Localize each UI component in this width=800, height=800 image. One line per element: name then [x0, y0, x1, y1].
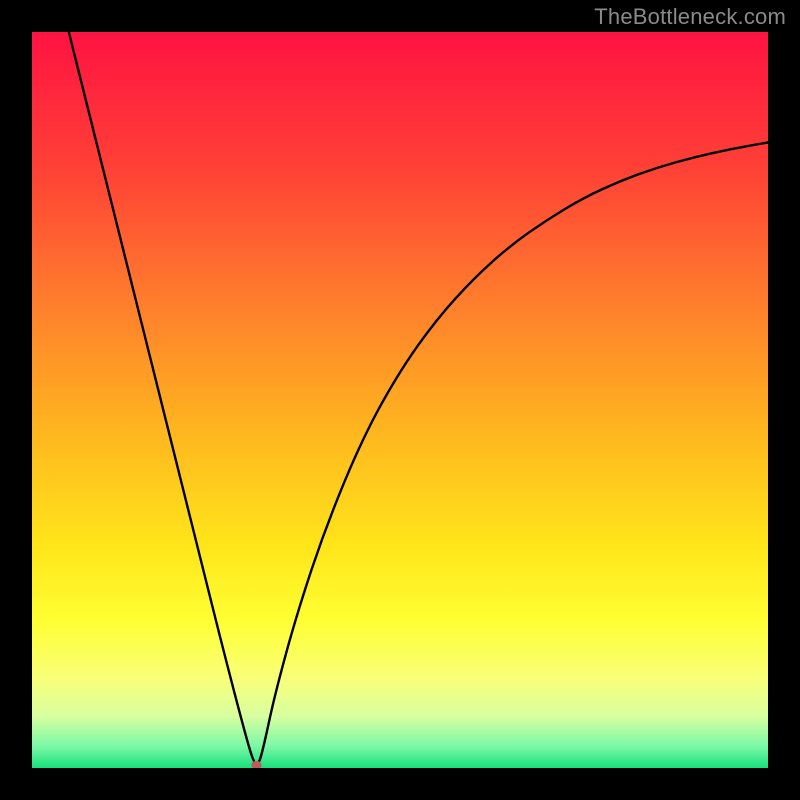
chart-background [32, 32, 768, 768]
chart-frame: TheBottleneck.com [0, 0, 800, 800]
watermark-text: TheBottleneck.com [594, 4, 786, 30]
bottleneck-chart [32, 32, 768, 768]
